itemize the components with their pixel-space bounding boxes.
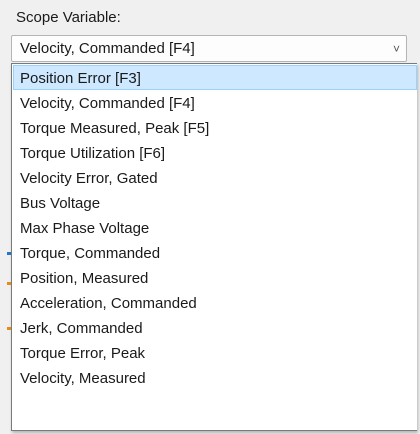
dropdown-item-velocity-error-gated[interactable]: Velocity Error, Gated <box>13 165 417 190</box>
legend-marker-orange <box>7 327 11 330</box>
legend-marker-blue <box>7 252 11 255</box>
legend-marker-orange <box>7 282 11 285</box>
dropdown-item-max-phase-voltage[interactable]: Max Phase Voltage <box>13 215 417 240</box>
dropdown-item-torque-commanded[interactable]: Torque, Commanded <box>13 240 417 265</box>
dropdown-item-velocity-commanded[interactable]: Velocity, Commanded [F4] <box>13 90 417 115</box>
scope-variable-combobox[interactable]: Velocity, Commanded [F4] ˅ <box>11 35 407 62</box>
dropdown-item-jerk-commanded[interactable]: Jerk, Commanded <box>13 315 417 340</box>
dropdown-item-position-error[interactable]: Position Error [F3] <box>13 65 417 90</box>
dropdown-item-torque-measured-peak[interactable]: Torque Measured, Peak [F5] <box>13 115 417 140</box>
combobox-selected-value: Velocity, Commanded [F4] <box>20 40 195 57</box>
dropdown-item-velocity-measured[interactable]: Velocity, Measured <box>13 365 417 390</box>
dropdown-item-torque-utilization[interactable]: Torque Utilization [F6] <box>13 140 417 165</box>
scope-variable-dropdown-list: Position Error [F3] Velocity, Commanded … <box>11 63 417 431</box>
dropdown-item-acceleration-commanded[interactable]: Acceleration, Commanded <box>13 290 417 315</box>
chevron-down-icon[interactable]: ˅ <box>393 40 400 58</box>
dropdown-item-bus-voltage[interactable]: Bus Voltage <box>13 190 417 215</box>
dropdown-item-position-measured[interactable]: Position, Measured <box>13 265 417 290</box>
scope-variable-label: Scope Variable: <box>16 9 121 26</box>
dropdown-item-torque-error-peak[interactable]: Torque Error, Peak <box>13 340 417 365</box>
